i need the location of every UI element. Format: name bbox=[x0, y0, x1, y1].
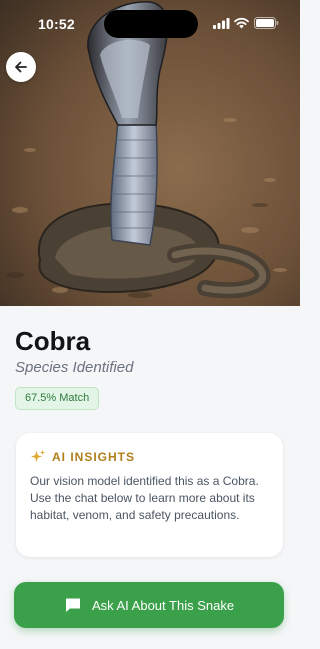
ai-insights-label: AI INSIGHTS bbox=[52, 450, 136, 464]
hero-image bbox=[0, 0, 300, 306]
status-time: 10:52 bbox=[38, 16, 75, 32]
back-button[interactable] bbox=[6, 52, 36, 82]
ai-insights-text: Our vision model identified this as a Co… bbox=[30, 474, 259, 522]
dynamic-island bbox=[104, 10, 198, 38]
ask-ai-label: Ask AI About This Snake bbox=[91, 597, 235, 613]
chat-bubble-icon bbox=[65, 598, 80, 612]
snake-photo bbox=[0, 0, 300, 306]
ai-insights-header: AI INSIGHTS bbox=[30, 449, 135, 465]
ask-ai-button[interactable]: Ask AI About This Snake bbox=[14, 582, 284, 628]
signal-icon bbox=[213, 18, 230, 29]
battery-icon bbox=[254, 17, 279, 29]
species-details: Cobra Species Identified 67.5% Match AI … bbox=[0, 306, 300, 649]
species-name: Cobra bbox=[15, 326, 91, 356]
ai-insights-card: AI INSIGHTS Our vision model identified … bbox=[16, 433, 283, 557]
wifi-icon bbox=[234, 17, 249, 29]
match-badge: 67.5% Match bbox=[15, 387, 100, 410]
species-subtitle: Species Identified bbox=[15, 359, 134, 376]
sparkle-icon bbox=[31, 450, 45, 462]
status-bar: 10:52 bbox=[0, 0, 300, 44]
arrow-left-icon bbox=[15, 61, 27, 73]
